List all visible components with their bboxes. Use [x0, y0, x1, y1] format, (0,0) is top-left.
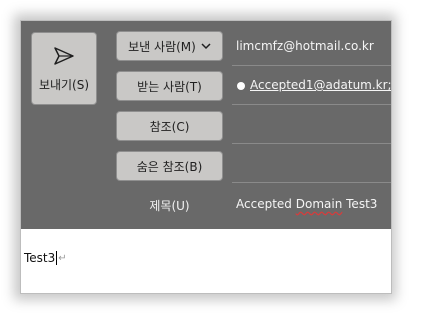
from-button[interactable]: 보낸 사람(M) [116, 31, 223, 61]
presence-status-icon [237, 82, 245, 90]
subject-value: Accepted Domain Test3 [236, 197, 377, 211]
subject-field[interactable]: Accepted Domain Test3 [232, 185, 391, 224]
from-field[interactable]: limcmfz@hotmail.co.kr [232, 27, 391, 66]
subject-label: 제목(U) [149, 199, 190, 213]
body-content: Test3 ↵ [24, 251, 67, 265]
to-recipient[interactable]: Accepted1@adatum.kr; [250, 78, 391, 92]
to-button-label: 받는 사람(T) [137, 79, 202, 94]
subject-word-1: Accepted [236, 197, 292, 211]
compose-window: 보내기(S) 보낸 사람(M) 받는 사람(T) 참조(C) 숨은 참조(B) … [20, 20, 392, 294]
text-caret [56, 251, 58, 265]
message-body[interactable]: Test3 ↵ [21, 229, 391, 293]
send-icon [54, 47, 74, 65]
compose-header: 보내기(S) 보낸 사람(M) 받는 사람(T) 참조(C) 숨은 참조(B) … [21, 21, 391, 229]
send-label: 보내기(S) [38, 78, 90, 92]
to-button[interactable]: 받는 사람(T) [116, 71, 223, 101]
bcc-button-label: 숨은 참조(B) [136, 159, 203, 174]
cc-button[interactable]: 참조(C) [116, 111, 223, 141]
bcc-button[interactable]: 숨은 참조(B) [116, 151, 223, 181]
cc-button-label: 참조(C) [149, 119, 190, 134]
to-field[interactable]: Accepted1@adatum.kr; [232, 66, 391, 105]
send-button[interactable]: 보내기(S) [31, 32, 97, 105]
chevron-down-icon [201, 43, 211, 50]
bcc-field[interactable] [232, 144, 391, 183]
from-button-label: 보낸 사람(M) [128, 39, 196, 54]
body-text: Test3 [24, 251, 56, 265]
from-value: limcmfz@hotmail.co.kr [236, 39, 374, 53]
subject-word-2-misspelled: Domain [295, 197, 343, 211]
subject-word-3: Test3 [346, 197, 378, 211]
cc-field[interactable] [232, 105, 391, 144]
paragraph-mark: ↵ [58, 252, 67, 264]
